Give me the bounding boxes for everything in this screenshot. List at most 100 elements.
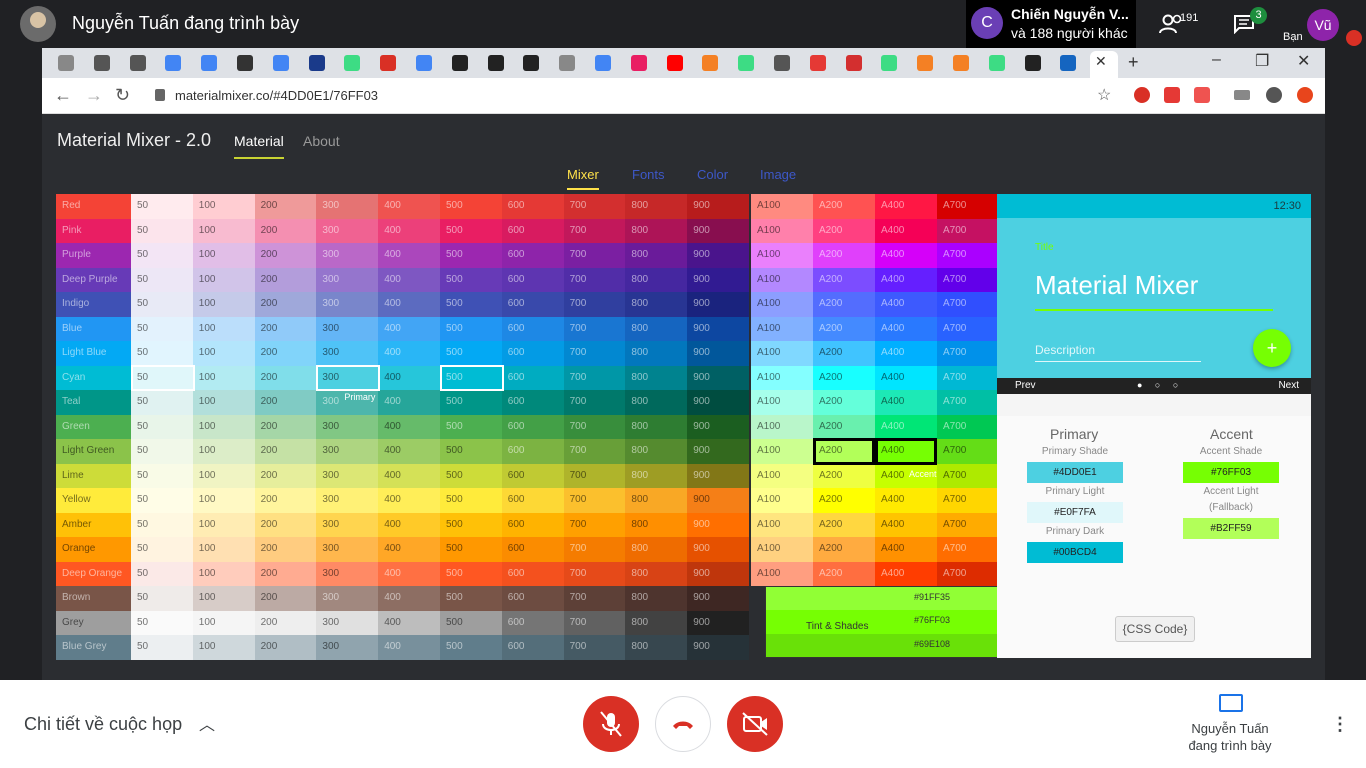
shade-cell[interactable]: 900: [687, 635, 750, 660]
shade-cell[interactable]: 700: [563, 414, 626, 439]
shade-cell[interactable]: 200: [254, 586, 317, 611]
shade-cell[interactable]: 700: [563, 365, 626, 390]
tab-favicon-icon[interactable]: [702, 55, 719, 71]
shade-cell[interactable]: 800: [625, 194, 688, 219]
shade-cell[interactable]: 50: [131, 414, 194, 439]
tab-favicon-icon[interactable]: [237, 55, 253, 71]
shade-cell[interactable]: 300: [316, 341, 379, 366]
shade-cell[interactable]: 300: [316, 610, 379, 635]
shade-cell[interactable]: 300: [316, 243, 379, 268]
shade-cell[interactable]: 300: [316, 512, 379, 537]
tab-favicon-icon[interactable]: [559, 55, 576, 71]
accent-cell[interactable]: A400: [875, 537, 938, 562]
accent-cell[interactable]: A100: [751, 267, 814, 292]
shade-cell[interactable]: 700: [563, 610, 626, 635]
accent-cell[interactable]: A700: [937, 267, 1000, 292]
accent-light-swatch[interactable]: #B2FF59: [1183, 518, 1279, 539]
shade-cell[interactable]: 800: [625, 586, 688, 611]
shade-cell[interactable]: 100: [192, 218, 256, 243]
shade-cell[interactable]: 300: [316, 561, 379, 586]
tab-favicon-icon[interactable]: [881, 55, 898, 71]
profile-icon[interactable]: [1266, 87, 1282, 103]
shade-cell[interactable]: 600: [501, 463, 565, 488]
accent-cell[interactable]: A700: [937, 316, 1000, 341]
shade-cell[interactable]: 500: [440, 292, 503, 317]
tab-favicon-icon[interactable]: [308, 55, 325, 71]
accent-cell[interactable]: A700: [937, 512, 1000, 537]
close-tab-icon[interactable]: ✕: [1095, 53, 1107, 70]
shade-cell[interactable]: 200: [254, 365, 317, 390]
shade-cell[interactable]: 50: [131, 267, 194, 292]
shade-cell[interactable]: 600: [501, 488, 565, 513]
shade-cell[interactable]: 500: [440, 488, 503, 513]
shade-cell[interactable]: 500: [440, 635, 503, 660]
present-screen-icon[interactable]: [1219, 694, 1243, 712]
shade-cell[interactable]: 50: [131, 194, 194, 219]
shade-cell[interactable]: 500: [440, 218, 503, 243]
shade-cell[interactable]: 400: [378, 610, 441, 635]
accent-cell[interactable]: A200: [813, 218, 876, 243]
shade-cell[interactable]: 300: [316, 439, 379, 464]
accent-cell[interactable]: A400: [875, 243, 938, 268]
shade-cell[interactable]: 100: [192, 267, 256, 292]
preview-fab-button[interactable]: +: [1253, 329, 1291, 367]
shade-cell[interactable]: 50: [131, 218, 194, 243]
shade-cell[interactable]: 200: [254, 439, 317, 464]
accent-cell[interactable]: A700: [937, 243, 1000, 268]
shade-cell[interactable]: 800: [625, 439, 688, 464]
accent-cell[interactable]: A700: [937, 218, 1000, 243]
shade-cell[interactable]: 600: [501, 561, 565, 586]
shade-cell[interactable]: 100: [192, 341, 256, 366]
tab-favicon-icon[interactable]: [1060, 55, 1077, 71]
shade-cell[interactable]: 600: [501, 610, 565, 635]
shade-cell[interactable]: 600: [501, 243, 565, 268]
shade-cell[interactable]: 600: [501, 218, 565, 243]
update-icon[interactable]: [1297, 87, 1313, 103]
camera-toggle-button[interactable]: [727, 696, 783, 752]
shade-cell[interactable]: 50: [131, 292, 194, 317]
tint-swatch[interactable]: [766, 587, 1010, 610]
shade-cell[interactable]: 50: [131, 439, 194, 464]
shade-cell[interactable]: 900: [687, 243, 750, 268]
shade-cell[interactable]: 900: [687, 512, 750, 537]
shade-cell[interactable]: 900: [687, 610, 750, 635]
shade-cell[interactable]: 300: [316, 488, 379, 513]
shade-cell[interactable]: 200: [254, 488, 317, 513]
shade-cell[interactable]: 900: [687, 292, 750, 317]
shade-cell[interactable]: 50: [131, 610, 194, 635]
shade-cell[interactable]: 700: [563, 635, 626, 660]
shade-cell[interactable]: 200: [254, 414, 317, 439]
accent-cell[interactable]: A400: [875, 390, 938, 415]
shade-cell[interactable]: 50: [131, 488, 194, 513]
more-options-icon[interactable]: ⋮: [1331, 714, 1349, 735]
shade-cell[interactable]: 700: [563, 512, 626, 537]
shade-cell[interactable]: 400: [378, 194, 441, 219]
shade-cell[interactable]: 300: [316, 292, 379, 317]
accent-cell[interactable]: A100: [751, 512, 814, 537]
shade-cell[interactable]: 400: [378, 218, 441, 243]
accent-cell[interactable]: A200: [813, 512, 876, 537]
nav-about[interactable]: About: [303, 133, 340, 149]
shade-cell[interactable]: 100: [192, 292, 256, 317]
tab-favicon-icon[interactable]: [523, 55, 540, 71]
shade-cell[interactable]: 900: [687, 463, 750, 488]
shade-cell[interactable]: 700: [563, 292, 626, 317]
shade-cell[interactable]: 800: [625, 365, 688, 390]
shade-cell[interactable]: 400: [378, 537, 441, 562]
shade-cell[interactable]: 200: [254, 243, 317, 268]
extension-icon[interactable]: [1134, 87, 1150, 103]
mic-toggle-button[interactable]: [583, 696, 639, 752]
accent-cell[interactable]: A200: [813, 243, 876, 268]
shade-cell[interactable]: 50: [131, 341, 194, 366]
tab-favicon-icon[interactable]: [201, 55, 218, 71]
shade-cell[interactable]: 900: [687, 267, 750, 292]
tab-favicon-icon[interactable]: [774, 55, 790, 71]
shade-cell[interactable]: 700: [563, 537, 626, 562]
shade-cell[interactable]: 600: [501, 586, 565, 611]
shade-cell[interactable]: 300: [316, 267, 379, 292]
accent-cell[interactable]: A700: [937, 341, 1000, 366]
shade-cell[interactable]: 200: [254, 292, 317, 317]
accent-cell[interactable]: A400: [875, 292, 938, 317]
shade-cell[interactable]: 500: [440, 512, 503, 537]
shade-cell[interactable]: 50: [131, 586, 194, 611]
